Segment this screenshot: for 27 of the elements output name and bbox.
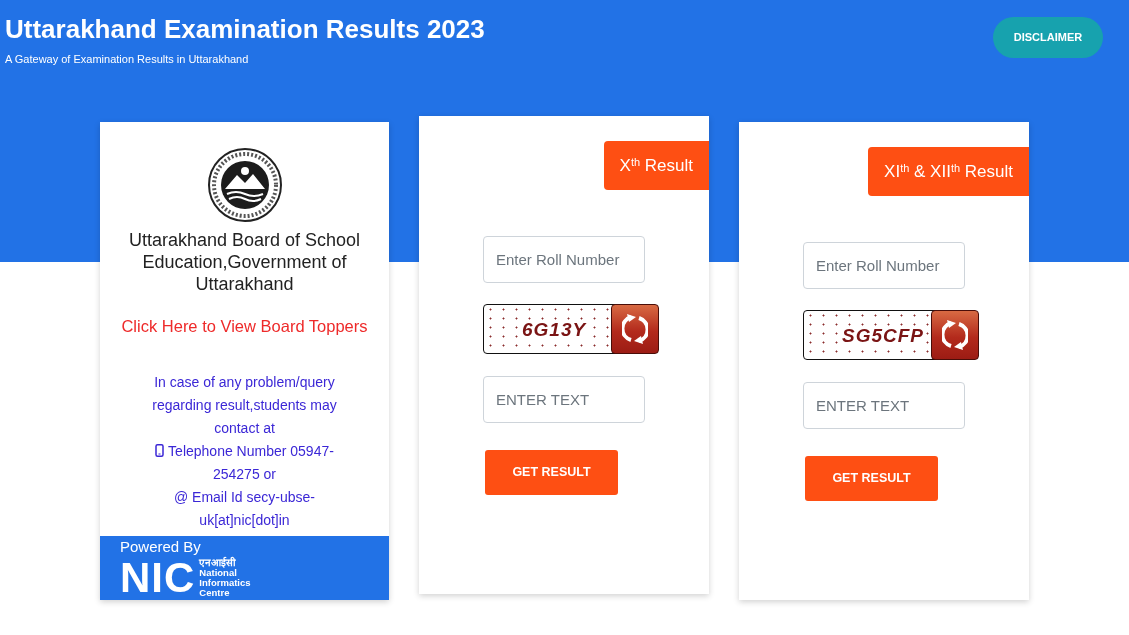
refresh-icon	[942, 319, 968, 351]
page-subtitle: A Gateway of Examination Results in Uttarakhand	[5, 52, 249, 66]
get-result-button[interactable]: GET RESULT	[805, 456, 938, 501]
roll-number-field[interactable]: Enter Roll Number	[803, 242, 965, 289]
board-toppers-link[interactable]: Click Here to View Board Toppers	[121, 315, 368, 337]
refresh-captcha-button[interactable]	[611, 304, 659, 354]
captcha-input-field[interactable]: ENTER TEXT	[803, 382, 965, 429]
nic-logo-mark: NIC	[120, 557, 196, 598]
nic-hindi-text: एनआईसी	[199, 557, 237, 568]
disclaimer-button[interactable]: DISCLAIMER	[993, 17, 1103, 58]
nic-name-text: National	[199, 568, 237, 578]
page-title: Uttarakhand Examination Results 2023	[5, 13, 485, 45]
mobile-phone-icon	[155, 444, 165, 457]
result-heading: X$^{th}$ Result	[603, 141, 709, 190]
refresh-captcha-button[interactable]	[931, 310, 979, 360]
get-result-button[interactable]: GET RESULT	[485, 450, 618, 495]
captcha-input-field[interactable]: ENTER TEXT	[483, 376, 645, 423]
result-heading: XI$^{th}$ & XII$^{th}$ Result	[868, 147, 1029, 196]
board-name: Uttarakhand Board of School Education,Government of Uttarakhand	[127, 229, 362, 295]
powered-by-text: Powered By	[120, 538, 201, 556]
nic-name-text: Centre	[199, 588, 230, 598]
nic-name-text: Informatics	[199, 578, 251, 588]
contact-info-text: In case of any problem/query regarding result,students may contact at	[151, 373, 338, 438]
roll-number-field[interactable]: Enter Roll Number	[483, 236, 645, 283]
email-text: @ Email Id secy-ubse-uk[at]nic[dot]in	[172, 488, 316, 530]
refresh-icon	[622, 313, 648, 345]
telephone-number-text: Telephone Number 05947-254275 or	[168, 443, 334, 482]
